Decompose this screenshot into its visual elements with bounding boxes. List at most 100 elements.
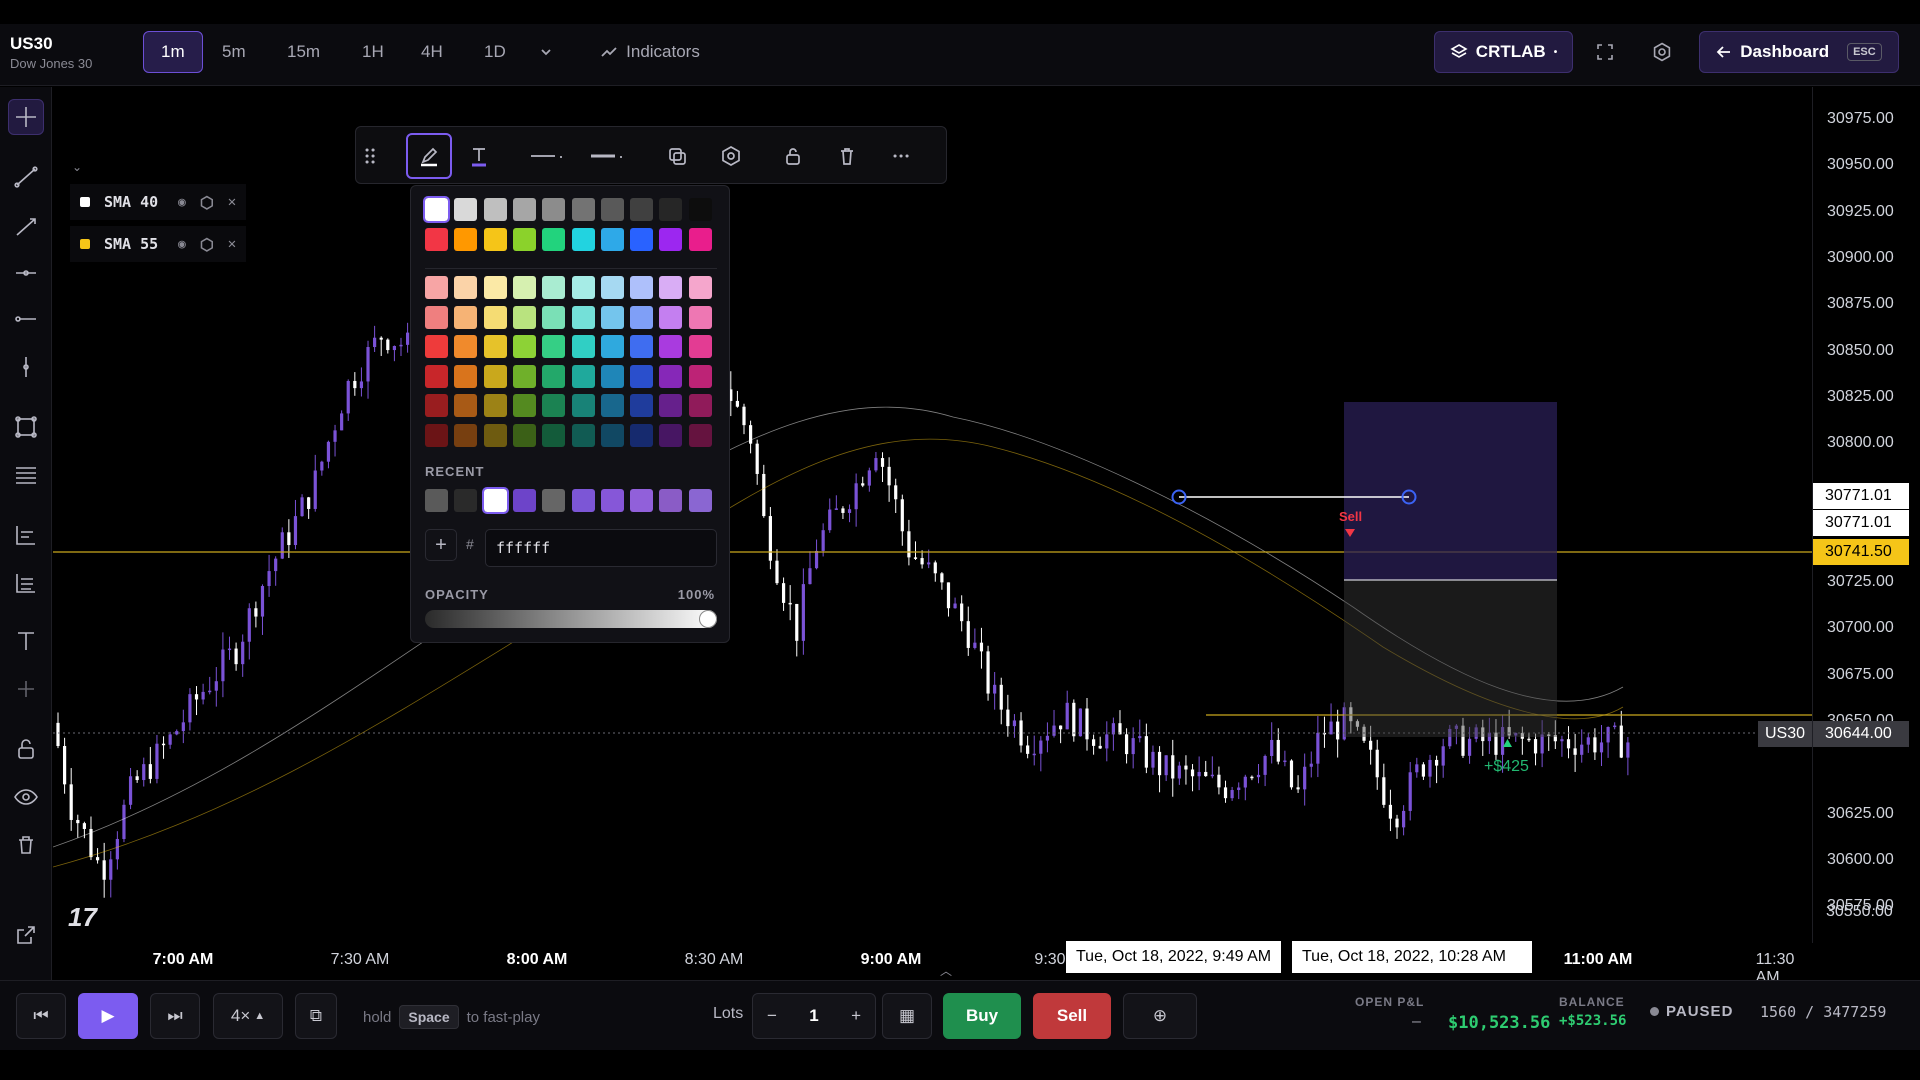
drawing-settings-button[interactable] [708,133,754,179]
color-swatch[interactable] [571,276,595,299]
color-swatch[interactable] [425,335,448,358]
color-swatch[interactable] [630,423,654,447]
line-color-button[interactable] [406,133,452,179]
opacity-slider[interactable] [425,610,717,628]
color-swatch[interactable] [512,335,536,358]
vertical-line-tool[interactable] [8,349,44,385]
legend-collapse-icon[interactable]: ⌄ [72,160,82,174]
timeframe-1m[interactable]: 1m [143,31,203,73]
clone-button[interactable] [654,133,700,179]
add-color-button[interactable]: + [425,529,457,561]
color-swatch[interactable] [688,364,712,388]
timeframe-more-button[interactable] [530,31,562,73]
share-tool[interactable] [8,917,44,953]
lock-tool[interactable] [8,731,44,767]
color-swatch[interactable] [483,335,507,358]
color-swatch[interactable] [542,198,566,221]
gear-icon[interactable]: ⬡ [200,235,214,254]
color-swatch[interactable] [688,423,712,447]
color-swatch[interactable] [425,276,448,299]
lock-drawing-button[interactable] [770,133,816,179]
long-position-tool[interactable] [8,517,44,553]
color-swatch[interactable] [571,423,595,447]
color-swatch[interactable] [454,423,478,447]
color-swatch[interactable] [483,364,507,388]
visibility-tool[interactable] [8,779,44,815]
color-swatch[interactable] [600,198,624,221]
color-swatch[interactable] [454,198,478,221]
legend-sma55[interactable]: SMA 55 ◉ ⬡ ✕ [70,226,247,262]
color-swatch[interactable] [630,489,654,512]
more-button[interactable] [878,133,924,179]
color-swatch[interactable] [600,335,624,358]
color-swatch[interactable] [454,489,478,512]
color-swatch[interactable] [571,335,595,358]
color-swatch[interactable] [659,394,683,417]
fib-tool[interactable] [8,457,44,493]
color-swatch[interactable] [659,198,683,221]
color-swatch[interactable] [512,489,536,512]
indicators-button[interactable]: Indicators [590,31,710,73]
color-swatch[interactable] [630,335,654,358]
color-swatch[interactable] [630,198,654,221]
color-swatch[interactable] [542,335,566,358]
hex-input[interactable]: ffffff [485,529,717,567]
text-tool[interactable] [8,623,44,659]
color-swatch[interactable] [483,423,507,447]
timeframe-1d[interactable]: 1D [467,31,523,73]
line-width-button[interactable] [582,133,632,179]
color-swatch[interactable] [425,364,448,388]
line-style-button[interactable] [522,133,572,179]
color-swatch[interactable] [659,423,683,447]
delete-drawing-button[interactable] [824,133,870,179]
color-swatch[interactable] [542,394,566,417]
color-swatch[interactable] [630,305,654,329]
color-swatch[interactable] [571,198,595,221]
color-swatch[interactable] [512,228,536,251]
plus-icon[interactable]: + [851,1006,861,1026]
color-swatch[interactable] [542,276,566,299]
color-swatch[interactable] [425,228,448,251]
color-swatch[interactable] [688,198,712,221]
color-swatch[interactable] [600,305,624,329]
lots-value[interactable]: 1 [809,1006,818,1026]
color-swatch[interactable] [600,489,624,512]
color-swatch[interactable] [481,487,509,514]
crosshair-tool[interactable] [8,99,44,135]
color-swatch[interactable] [688,276,712,299]
ray-tool[interactable] [8,209,44,245]
add-tool[interactable] [8,671,44,707]
color-swatch[interactable] [571,228,595,251]
color-swatch[interactable] [454,276,478,299]
color-swatch[interactable] [659,364,683,388]
color-swatch[interactable] [542,489,566,512]
play-button[interactable]: ▶ [78,993,138,1039]
color-swatch[interactable] [483,198,507,221]
fullscreen-button[interactable] [1585,31,1625,73]
color-swatch[interactable] [600,423,624,447]
color-swatch[interactable] [600,228,624,251]
color-swatch[interactable] [600,394,624,417]
color-swatch[interactable] [483,228,507,251]
color-swatch[interactable] [542,305,566,329]
short-position-tool[interactable] [8,565,44,601]
color-swatch[interactable] [483,276,507,299]
color-swatch[interactable] [571,364,595,388]
color-swatch[interactable] [454,364,478,388]
buy-button[interactable]: Buy [943,993,1021,1039]
rectangle-tool[interactable] [8,409,44,445]
color-swatch[interactable] [659,305,683,329]
timeframe-1h[interactable]: 1H [345,31,401,73]
color-swatch[interactable] [454,305,478,329]
price-axis[interactable]: 30975.00 30950.00 30925.00 30900.00 3087… [1812,87,1920,943]
color-swatch[interactable] [454,394,478,417]
color-swatch[interactable] [512,276,536,299]
horizontal-line-tool[interactable] [8,301,44,337]
gear-icon[interactable]: ⬡ [200,193,214,212]
chevron-up-icon[interactable]: ︿ [940,962,952,979]
color-swatch[interactable] [542,228,566,251]
timeframe-5m[interactable]: 5m [205,31,263,73]
drag-handle[interactable] [356,133,384,179]
sell-button[interactable]: Sell [1033,993,1111,1039]
time-axis[interactable]: 7:00 AM 7:30 AM 8:00 AM 8:30 AM 9:00 AM … [53,943,1813,986]
